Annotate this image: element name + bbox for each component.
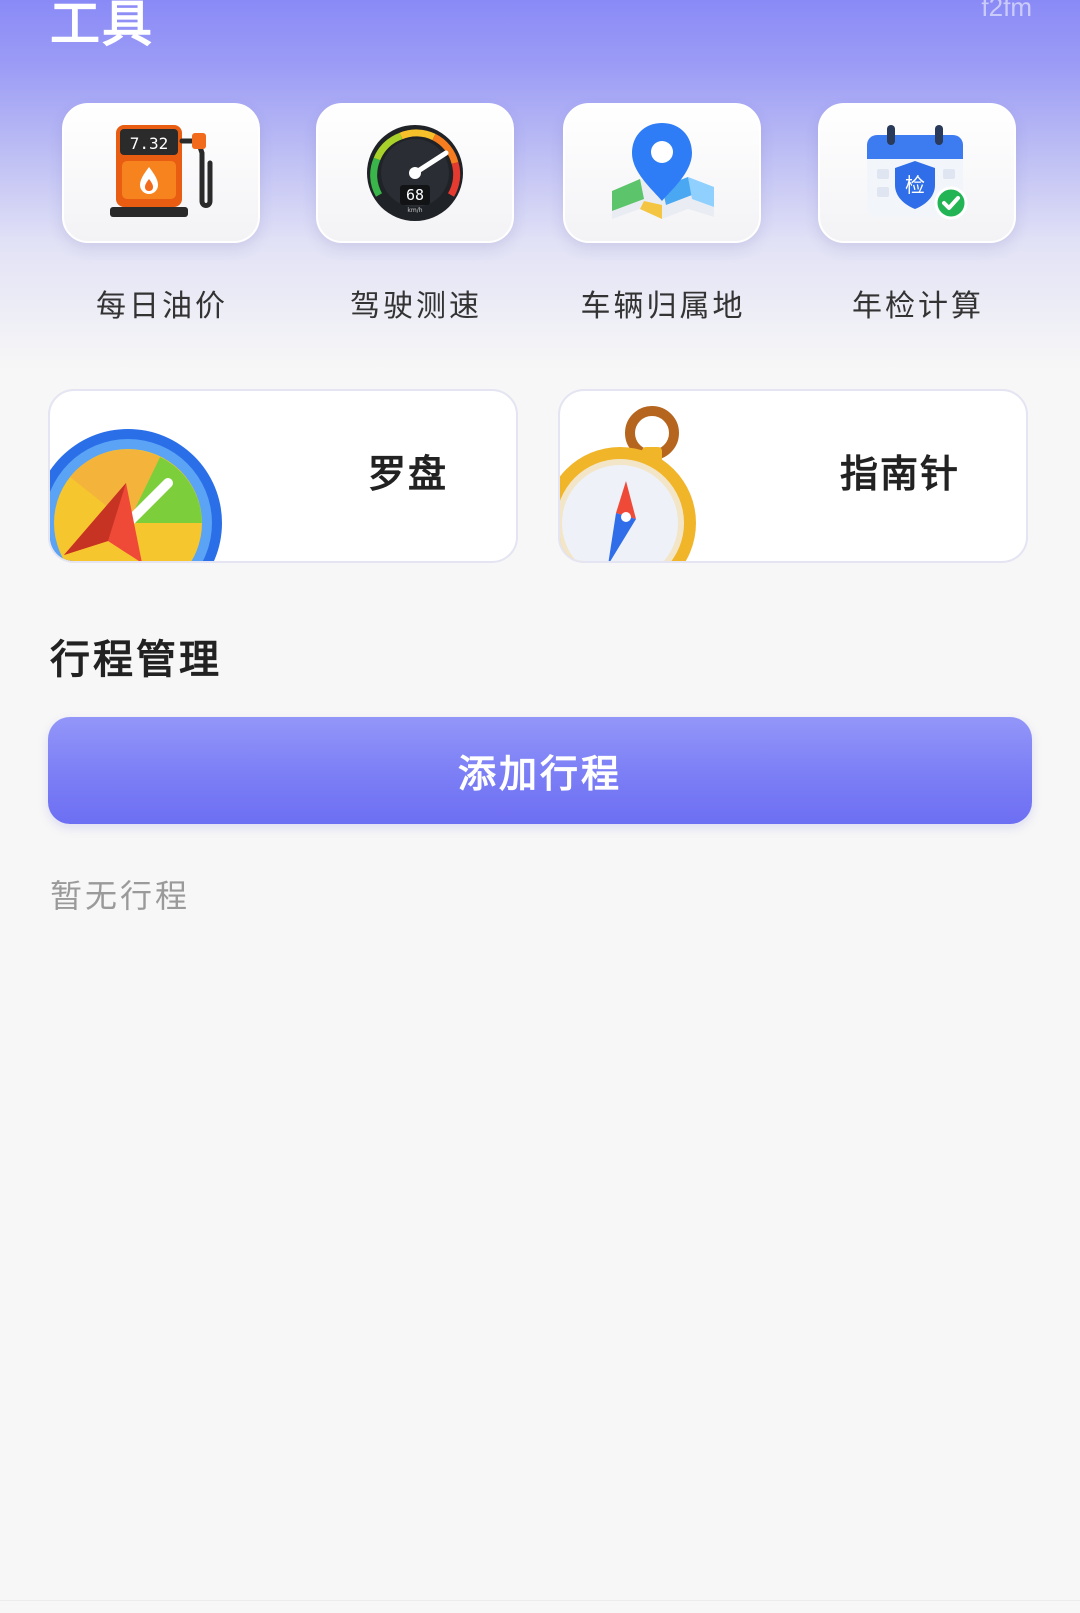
speedometer-icon: 68 km/h bbox=[367, 125, 463, 221]
compass-dial-icon bbox=[50, 429, 222, 561]
pointer-compass-card[interactable]: 指南针 bbox=[558, 389, 1028, 563]
tool-label: 每日油价 bbox=[96, 289, 228, 324]
tool-vehicle-region[interactable]: 车辆归属地 bbox=[563, 103, 763, 333]
svg-text:km/h: km/h bbox=[407, 207, 422, 214]
add-trip-button-label: 添加行程 bbox=[457, 752, 622, 796]
watermark-text: f2fm bbox=[981, 0, 1032, 22]
tool-tile: 7.32 bbox=[62, 103, 260, 243]
pocket-compass-icon bbox=[560, 406, 696, 561]
tool-annual-inspection[interactable]: 检 年检计算 bbox=[818, 103, 1018, 333]
svg-text:7.32: 7.32 bbox=[130, 134, 169, 153]
pointer-compass-card-label: 指南针 bbox=[840, 452, 961, 496]
tool-label: 驾驶测速 bbox=[350, 289, 482, 324]
svg-text:68: 68 bbox=[406, 186, 424, 204]
svg-text:检: 检 bbox=[905, 173, 925, 197]
empty-trips-text: 暂无行程 bbox=[50, 877, 191, 915]
compass-card-label: 罗盘 bbox=[368, 452, 449, 496]
tool-tile: 检 bbox=[818, 103, 1016, 243]
tool-tile bbox=[563, 103, 761, 243]
tool-driving-speed[interactable]: 68 km/h 驾驶测速 bbox=[316, 103, 516, 333]
compass-card[interactable]: 罗盘 bbox=[48, 389, 518, 563]
page-title: 工具 bbox=[50, 0, 154, 53]
trip-management-title: 行程管理 bbox=[50, 637, 222, 683]
map-pin-icon bbox=[612, 123, 714, 219]
bottom-divider bbox=[0, 1600, 1080, 1601]
tool-label: 年检计算 bbox=[852, 289, 984, 324]
tool-label: 车辆归属地 bbox=[580, 289, 746, 324]
add-trip-button[interactable]: 添加行程 bbox=[48, 717, 1032, 824]
fuel-pump-icon: 7.32 bbox=[110, 125, 213, 217]
tool-grid: 7.32 每日油价 68 km/h 驾驶测速 车辆归属地 检 年检计算 bbox=[0, 103, 1080, 333]
tool-tile: 68 km/h bbox=[316, 103, 514, 243]
calendar-check-icon: 检 bbox=[867, 125, 968, 220]
tool-daily-fuel-price[interactable]: 7.32 每日油价 bbox=[62, 103, 262, 333]
